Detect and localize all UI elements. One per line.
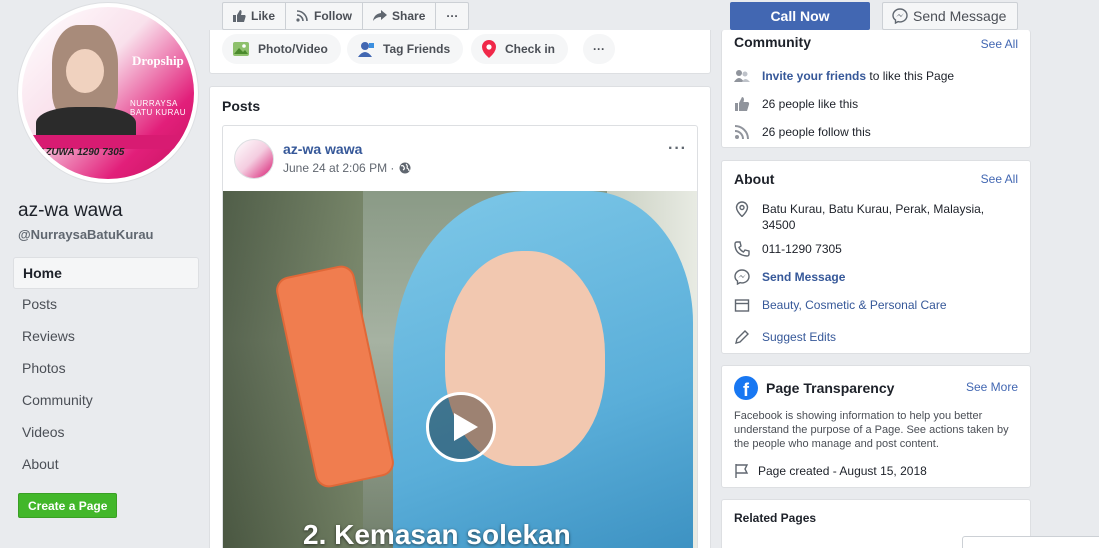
invite-friends-text: to like this Page <box>866 69 955 83</box>
related-pages-title: Related Pages <box>734 511 817 525</box>
avatar-brand-subtext: NURRAYSA BATU KURAU <box>130 99 186 117</box>
tag-friends-label: Tag Friends <box>383 42 451 56</box>
post-time-text: June 24 at 2:06 PM · <box>283 161 395 175</box>
nav-item-reviews[interactable]: Reviews <box>13 321 199 353</box>
location-pin-icon <box>735 201 749 217</box>
transparency-see-more[interactable]: See More <box>966 380 1018 394</box>
profile-picture-image: Dropship NURRAYSA BATU KURAU AZUWA 1290 … <box>22 7 194 179</box>
page-created-row: Page created - August 15, 2018 <box>734 463 927 479</box>
page-transparency-card: f Page Transparency See More Facebook is… <box>721 365 1031 488</box>
left-column: Dropship NURRAYSA BATU KURAU AZUWA 1290 … <box>0 0 208 548</box>
about-category-link[interactable]: Beauty, Cosmetic & Personal Care <box>762 297 947 313</box>
posts-heading: Posts <box>222 98 261 114</box>
share-label: Share <box>392 9 426 23</box>
rss-icon <box>734 125 749 140</box>
transparency-title: Page Transparency <box>766 380 895 396</box>
follows-count-text[interactable]: 26 people follow this <box>762 124 871 140</box>
invite-friends-link[interactable]: Invite your friends <box>762 69 866 83</box>
post-composer: Photo/Video Tag Friends Check in ··· <box>209 30 711 74</box>
facebook-logo-icon: f <box>734 376 758 400</box>
post-options-button[interactable]: ··· <box>668 140 687 158</box>
tag-friends-icon <box>358 42 374 57</box>
about-address[interactable]: Batu Kurau, Batu Kurau, Perak, Malaysia,… <box>762 201 1002 233</box>
call-now-button[interactable]: Call Now <box>730 2 870 30</box>
about-suggest-row: Suggest Edits <box>734 329 836 345</box>
page-created-text: Page created - August 15, 2018 <box>758 464 927 478</box>
nav-item-community[interactable]: Community <box>13 385 199 417</box>
video-caption: 2. Kemasan solekan <box>303 519 571 548</box>
check-in-label: Check in <box>505 42 556 56</box>
phone-icon <box>734 241 750 257</box>
like-label: Like <box>251 9 276 23</box>
photo-video-button[interactable]: Photo/Video <box>222 34 341 64</box>
post-card: az-wa wawa June 24 at 2:06 PM · ··· 2. K… <box>222 125 698 548</box>
messenger-icon <box>734 269 750 285</box>
page-name[interactable]: az-wa wawa <box>18 200 123 222</box>
tag-friends-button[interactable]: Tag Friends <box>347 34 464 64</box>
likes-count-text[interactable]: 26 people like this <box>762 96 858 112</box>
avatar-phone-number: 1290 7305 <box>77 147 125 158</box>
flag-icon <box>735 464 749 478</box>
community-title: Community <box>734 34 811 50</box>
about-title: About <box>734 171 775 187</box>
nav-item-about[interactable]: About <box>13 449 199 481</box>
community-see-all[interactable]: See All <box>981 37 1018 51</box>
post-author-name[interactable]: az-wa wawa <box>283 141 362 157</box>
posts-section: Posts az-wa wawa June 24 at 2:06 PM · ··… <box>209 86 711 548</box>
profile-picture[interactable]: Dropship NURRAYSA BATU KURAU AZUWA 1290 … <box>18 3 198 183</box>
community-follows-row: 26 people follow this <box>734 124 871 140</box>
follow-button[interactable]: Follow <box>285 2 364 30</box>
nav-item-home[interactable]: Home <box>13 257 199 289</box>
post-author-avatar[interactable] <box>234 139 274 179</box>
share-button[interactable]: Share <box>362 2 437 30</box>
photo-icon <box>233 42 249 56</box>
post-video[interactable]: 2. Kemasan solekan <box>223 191 697 548</box>
check-in-button[interactable]: Check in <box>471 34 569 64</box>
avatar-brand-text: Dropship <box>132 53 184 68</box>
community-card: Community See All Invite your friends to… <box>721 30 1031 148</box>
community-likes-row: 26 people like this <box>734 96 858 112</box>
about-send-message-link[interactable]: Send Message <box>762 269 845 285</box>
chat-tab[interactable] <box>962 536 1099 548</box>
composer-more-button[interactable]: ··· <box>583 34 615 64</box>
about-phone-row: 011-1290 7305 <box>734 241 842 257</box>
create-page-button[interactable]: Create a Page <box>18 493 118 518</box>
page-nav: Home Posts Reviews Photos Community Vide… <box>13 257 199 481</box>
send-message-button[interactable]: Send Message <box>882 2 1018 30</box>
share-arrow-icon <box>373 10 388 21</box>
nav-item-photos[interactable]: Photos <box>13 353 199 385</box>
nav-item-videos[interactable]: Videos <box>13 417 199 449</box>
about-phone[interactable]: 011-1290 7305 <box>762 241 842 257</box>
pencil-icon <box>735 330 749 344</box>
photo-video-label: Photo/Video <box>258 42 328 56</box>
location-pin-icon <box>482 40 496 58</box>
about-card: About See All Batu Kurau, Batu Kurau, Pe… <box>721 160 1031 354</box>
avatar-name-text: AZUWA <box>38 147 75 158</box>
suggest-edits-link[interactable]: Suggest Edits <box>762 329 836 345</box>
transparency-description: Facebook is showing information to help … <box>734 410 1009 450</box>
nav-item-posts[interactable]: Posts <box>13 289 199 321</box>
follow-label: Follow <box>314 9 353 23</box>
avatar-phone-text: AZUWA 1290 7305 <box>38 147 124 158</box>
page-action-bar: Like Follow Share ··· <box>222 2 470 30</box>
post-timestamp[interactable]: June 24 at 2:06 PM · <box>283 161 411 175</box>
messenger-icon <box>892 8 908 24</box>
like-button[interactable]: Like <box>222 2 287 30</box>
thumbs-up-icon <box>233 10 246 22</box>
category-icon <box>734 299 750 312</box>
play-button-icon[interactable] <box>426 392 496 462</box>
page-handle[interactable]: @NurraysaBatuKurau <box>18 227 154 242</box>
community-invite-row: Invite your friends to like this Page <box>734 68 954 84</box>
rss-icon <box>296 10 308 22</box>
about-send-message-row: Send Message <box>734 269 845 285</box>
about-address-row: Batu Kurau, Batu Kurau, Perak, Malaysia,… <box>734 201 1002 233</box>
about-category-row: Beauty, Cosmetic & Personal Care <box>734 297 947 313</box>
send-message-label: Send Message <box>913 8 1007 24</box>
about-see-all[interactable]: See All <box>981 172 1018 186</box>
invite-friends-icon <box>734 70 750 82</box>
more-actions-button[interactable]: ··· <box>435 2 470 30</box>
thumbs-up-icon <box>735 97 750 111</box>
globe-icon <box>399 162 411 174</box>
